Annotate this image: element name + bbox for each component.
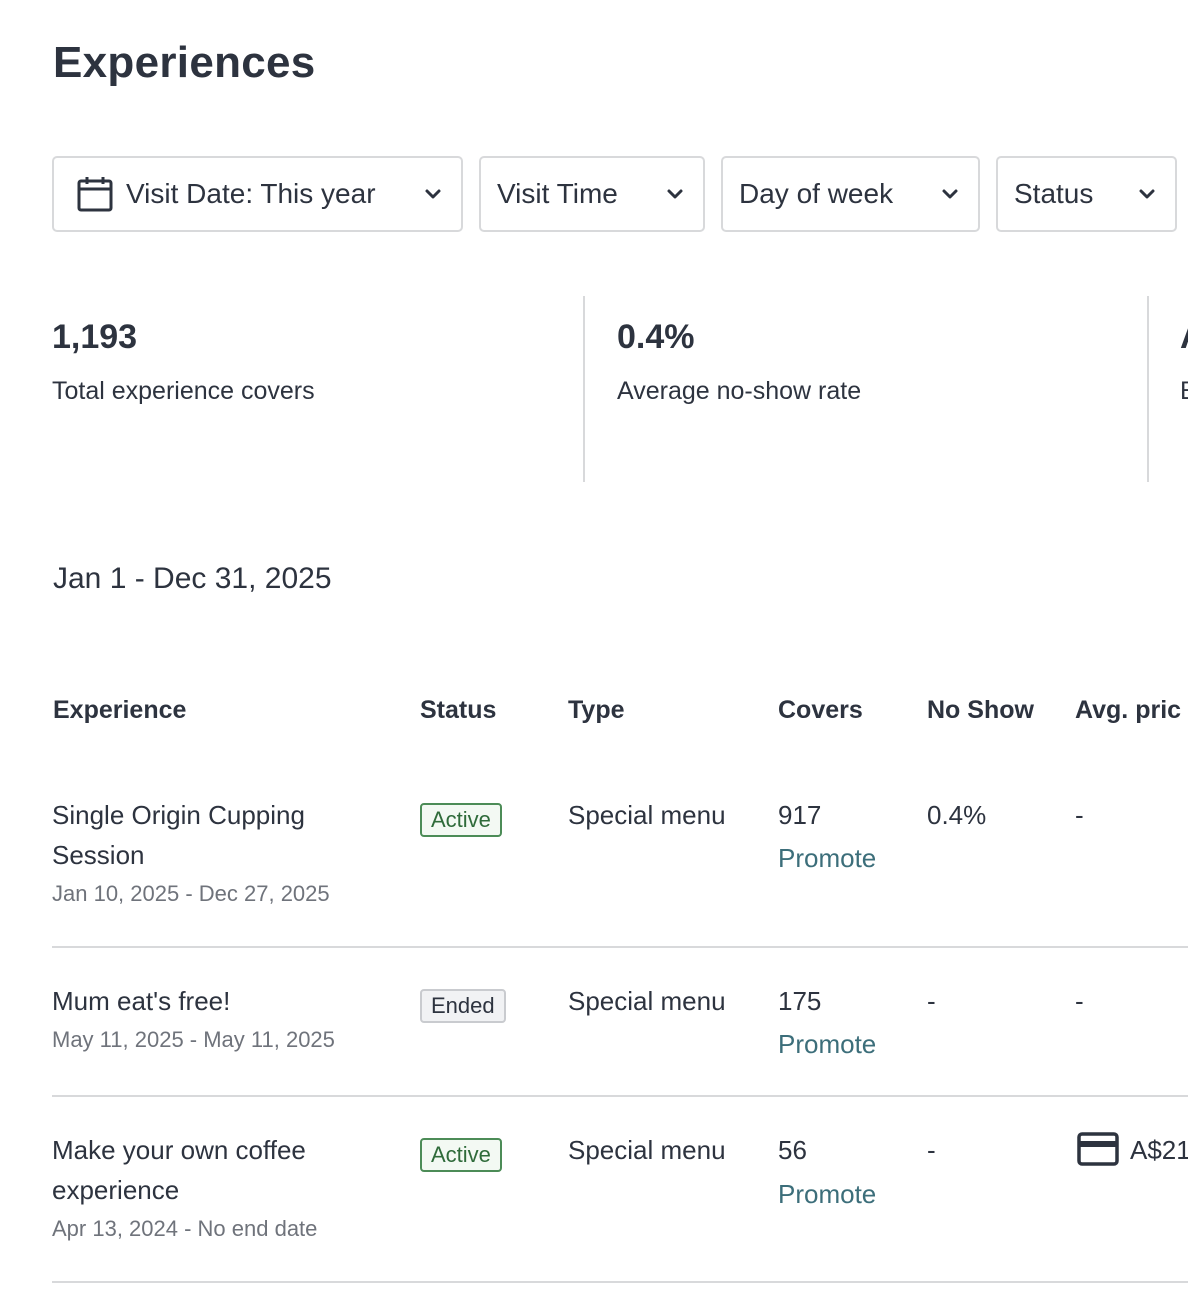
no-show-value: 0.4% [927,800,987,830]
column-header-avg-price[interactable]: Avg. pric [1075,696,1181,725]
stat-divider [583,296,585,482]
experience-dates: Jan 10, 2025 - Dec 27, 2025 [52,881,330,906]
stat-value: 0.4% [617,318,695,356]
no-show-value: - [927,1135,936,1165]
row-divider [52,946,1188,948]
status-badge: Active [420,1138,502,1172]
avg-price-value: - [1075,986,1084,1016]
date-range: Jan 1 - Dec 31, 2025 [53,562,332,595]
page-title: Experiences [53,38,316,87]
day-of-week-filter[interactable]: Day of week [721,156,980,232]
visit-date-filter[interactable]: Visit Date: This year [52,156,463,232]
stat-value: A [1180,318,1188,357]
column-header-type[interactable]: Type [568,696,625,725]
column-header-experience[interactable]: Experience [53,696,186,725]
promote-link[interactable]: Promote [778,843,876,874]
status-filter[interactable]: Status [996,156,1177,232]
stat-partial: A E [1180,318,1188,406]
experience-name[interactable]: Make your own coffee [52,1130,306,1170]
experience-type: Special menu [568,800,726,830]
experience-name[interactable]: Single Origin Cupping [52,795,305,835]
covers-value: 917 [778,800,822,830]
experience-name-continued[interactable]: Session [52,835,145,875]
column-header-no-show[interactable]: No Show [927,696,1034,725]
stat-no-show-rate: 0.4% Average no-show rate [617,318,861,406]
chevron-down-icon [425,189,441,199]
visit-time-filter-label: Visit Time [497,178,618,209]
calendar-icon [77,177,113,212]
experiences-page: Experiences Visit Date: This year Visit … [0,0,1188,1302]
chevron-down-icon [942,189,958,199]
stat-caption: E [1180,377,1188,406]
credit-card-icon [1077,1132,1119,1166]
column-header-covers[interactable]: Covers [778,696,863,725]
experience-type: Special menu [568,1135,726,1165]
no-show-value: - [927,986,936,1016]
status-badge: Active [420,803,502,837]
promote-link[interactable]: Promote [778,1179,876,1210]
covers-value: 56 [778,1135,807,1165]
avg-price-value: A$21 [1130,1135,1188,1165]
avg-price-value: - [1075,800,1084,830]
experience-type: Special menu [568,986,726,1016]
visit-date-filter-label: Visit Date: This year [126,178,376,209]
column-header-status[interactable]: Status [420,696,496,725]
experience-name-continued[interactable]: experience [52,1170,179,1210]
stat-total-covers: 1,193 Total experience covers [52,318,315,406]
experience-dates: May 11, 2025 - May 11, 2025 [52,1027,335,1052]
row-divider [52,1095,1188,1097]
visit-time-filter[interactable]: Visit Time [479,156,705,232]
experience-name[interactable]: Mum eat's free! [52,981,230,1021]
status-filter-label: Status [1014,178,1094,209]
experience-dates: Apr 13, 2024 - No end date [52,1216,318,1241]
stat-caption: Average no-show rate [617,377,862,405]
stat-value: 1,193 [52,318,138,356]
status-badge: Ended [420,989,506,1023]
row-divider [52,1281,1188,1283]
covers-value: 175 [778,986,822,1016]
chevron-down-icon [1139,189,1155,199]
stat-divider [1147,296,1149,482]
day-of-week-filter-label: Day of week [739,178,894,209]
chevron-down-icon [667,189,683,199]
stat-caption: Total experience covers [52,377,315,405]
promote-link[interactable]: Promote [778,1029,876,1060]
